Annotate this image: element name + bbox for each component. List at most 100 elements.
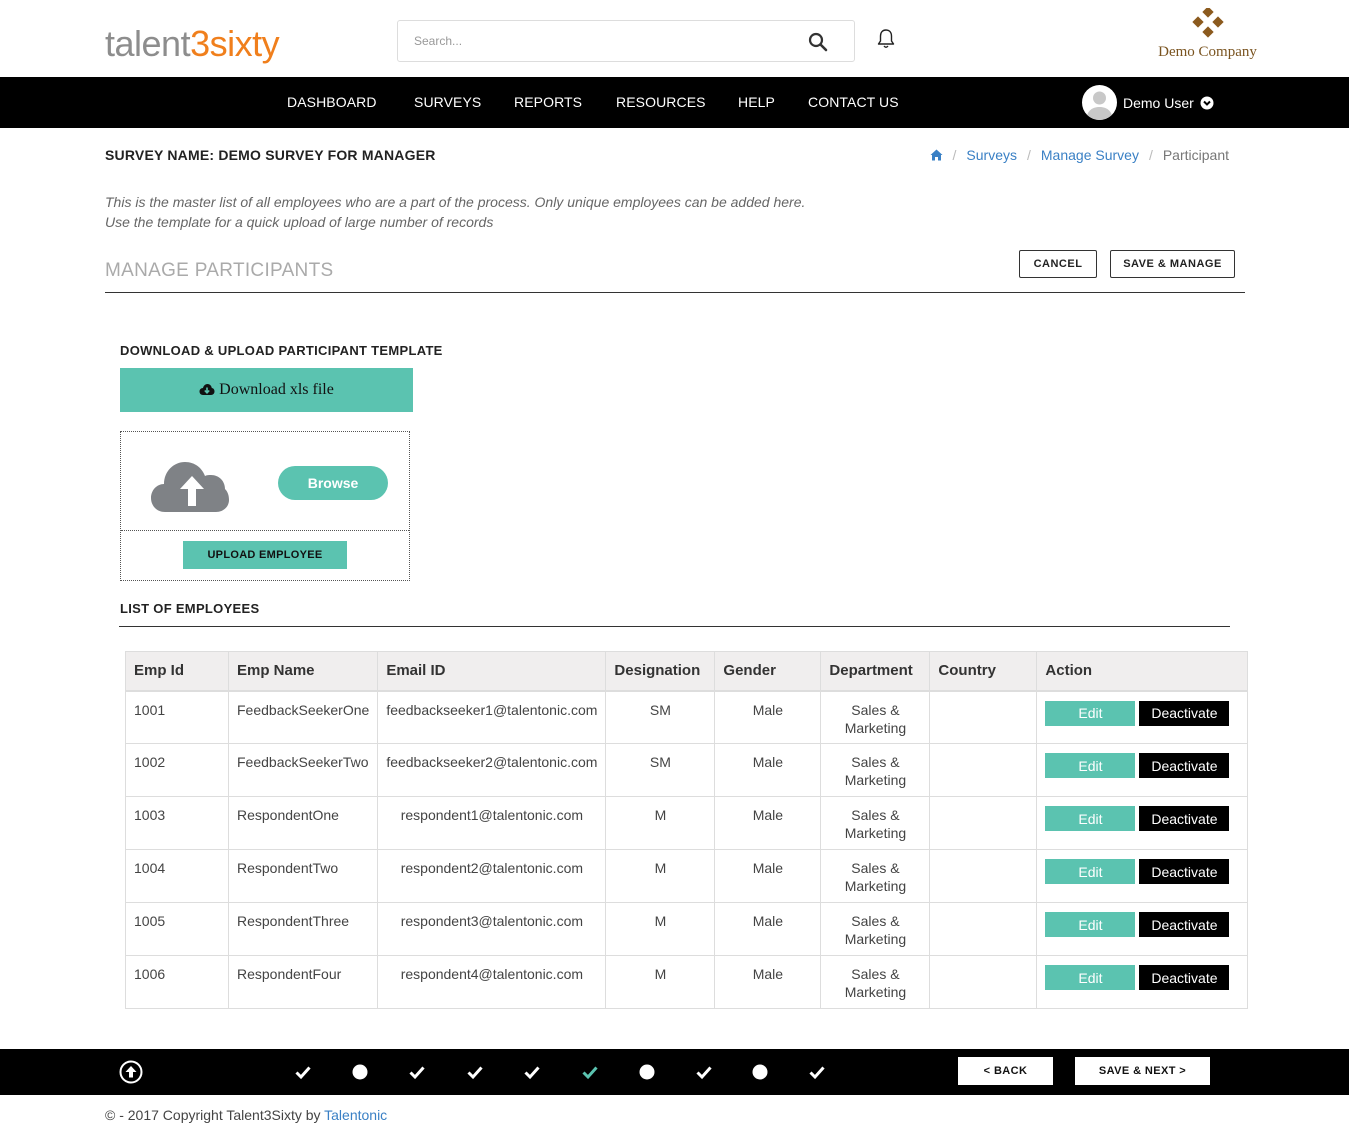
cell-email: respondent4@talentonic.com <box>377 955 607 1009</box>
step-dot-icon[interactable] <box>638 1063 656 1081</box>
user-avatar-icon <box>1086 91 1113 120</box>
breadcrumb-separator: / <box>1027 147 1031 163</box>
cell-emp-name: RespondentOne <box>227 796 379 850</box>
app-logo[interactable]: talent3sixty <box>105 22 280 66</box>
table-row: 1006 RespondentFour respondent4@talenton… <box>125 955 1249 1009</box>
nav-contact-us[interactable]: CONTACT US <box>808 94 899 110</box>
cell-designation: M <box>605 902 716 956</box>
scroll-top-icon[interactable] <box>119 1060 143 1084</box>
home-icon[interactable] <box>930 149 943 161</box>
cell-country <box>929 849 1038 903</box>
column-header-email[interactable]: Email ID <box>377 651 607 692</box>
table-row: 1005 RespondentThree respondent3@talento… <box>125 902 1249 956</box>
cell-emp-id: 1003 <box>125 796 229 850</box>
cell-emp-name: RespondentFour <box>227 955 379 1009</box>
deactivate-button[interactable]: Deactivate <box>1139 912 1230 937</box>
search-icon[interactable] <box>808 32 828 52</box>
department-line: Sales & <box>851 913 900 929</box>
nav-reports[interactable]: REPORTS <box>514 94 582 110</box>
column-header-emp-name[interactable]: Emp Name <box>227 651 379 692</box>
download-xls-button[interactable]: Download xls file <box>120 368 413 412</box>
cloud-upload-icon <box>151 462 229 512</box>
cell-action: Edit Deactivate <box>1036 796 1249 850</box>
cell-emp-id: 1006 <box>125 955 229 1009</box>
user-menu[interactable]: Demo User <box>1082 85 1214 120</box>
column-header-emp-id[interactable]: Emp Id <box>125 651 229 692</box>
deactivate-button[interactable]: Deactivate <box>1139 700 1230 726</box>
cell-emp-id: 1004 <box>125 849 229 903</box>
cell-action: Edit Deactivate <box>1036 902 1249 956</box>
save-manage-button[interactable]: SAVE & MANAGE <box>1110 250 1235 278</box>
cell-gender: Male <box>714 690 822 744</box>
cell-emp-id: 1001 <box>125 690 229 744</box>
step-check-icon[interactable] <box>408 1063 426 1081</box>
save-next-button[interactable]: SAVE & NEXT > <box>1075 1057 1210 1085</box>
talentonic-link[interactable]: Talentonic <box>324 1107 387 1123</box>
deactivate-button[interactable]: Deactivate <box>1139 965 1230 990</box>
cancel-button[interactable]: CANCEL <box>1019 250 1097 278</box>
cell-gender: Male <box>714 955 822 1009</box>
cell-gender: Male <box>714 902 822 956</box>
wizard-footer-bar: < BACK SAVE & NEXT > <box>0 1049 1349 1095</box>
step-check-icon[interactable] <box>466 1063 484 1081</box>
cell-department: Sales & Marketing <box>820 902 931 956</box>
department-line: Marketing <box>844 931 907 947</box>
breadcrumb-surveys[interactable]: Surveys <box>966 147 1017 163</box>
column-header-department[interactable]: Department <box>820 651 931 692</box>
breadcrumb-separator: / <box>952 147 957 163</box>
cell-designation: M <box>605 849 716 903</box>
upload-employee-button[interactable]: UPLOAD EMPLOYEE <box>183 541 347 569</box>
column-header-country[interactable]: Country <box>929 651 1038 692</box>
column-header-designation[interactable]: Designation <box>605 651 716 692</box>
employee-list-title: LIST OF EMPLOYEES <box>120 601 260 616</box>
step-check-icon[interactable] <box>523 1063 541 1081</box>
edit-button[interactable]: Edit <box>1045 859 1136 884</box>
nav-dashboard[interactable]: DASHBOARD <box>287 94 377 110</box>
breadcrumb-current: Participant <box>1162 147 1229 163</box>
department-line: Sales & <box>851 860 900 876</box>
cell-department: Sales & Marketing <box>820 955 931 1009</box>
step-check-active-icon[interactable] <box>581 1063 599 1081</box>
dropzone-divider <box>121 530 409 531</box>
deactivate-button[interactable]: Deactivate <box>1139 753 1230 778</box>
edit-button[interactable]: Edit <box>1045 700 1136 726</box>
back-button[interactable]: < BACK <box>958 1057 1053 1085</box>
cell-emp-name: RespondentThree <box>227 902 379 956</box>
step-check-icon[interactable] <box>808 1063 826 1081</box>
step-check-icon[interactable] <box>695 1063 713 1081</box>
cell-department: Sales & Marketing <box>820 849 931 903</box>
cell-action: Edit Deactivate <box>1036 849 1249 903</box>
cell-gender: Male <box>714 849 822 903</box>
nav-help[interactable]: HELP <box>738 94 775 110</box>
edit-button[interactable]: Edit <box>1045 912 1136 937</box>
breadcrumb-manage-survey[interactable]: Manage Survey <box>1041 147 1139 163</box>
search-box <box>397 20 855 62</box>
cell-country <box>929 690 1038 744</box>
browse-button[interactable]: Browse <box>278 466 388 500</box>
survey-name-title: SURVEY NAME: DEMO SURVEY FOR MANAGER <box>105 147 436 163</box>
copyright: © - 2017 Copyright Talent3Sixty by Talen… <box>105 1107 387 1123</box>
step-check-icon[interactable] <box>294 1063 312 1081</box>
deactivate-button[interactable]: Deactivate <box>1139 859 1230 884</box>
edit-button[interactable]: Edit <box>1045 965 1136 990</box>
cell-department: Sales & Marketing <box>820 796 931 850</box>
nav-surveys[interactable]: SURVEYS <box>414 94 481 110</box>
cell-action: Edit Deactivate <box>1036 690 1249 744</box>
search-input[interactable] <box>398 21 798 61</box>
cell-designation: SM <box>605 690 716 744</box>
upload-dropzone[interactable]: Browse UPLOAD EMPLOYEE <box>120 431 410 581</box>
deactivate-button[interactable]: Deactivate <box>1139 806 1230 831</box>
notification-bell-icon[interactable] <box>876 28 896 50</box>
step-dot-icon[interactable] <box>751 1063 769 1081</box>
cell-gender: Male <box>714 743 822 797</box>
nav-resources[interactable]: RESOURCES <box>616 94 706 110</box>
department-line: Marketing <box>844 984 907 1000</box>
edit-button[interactable]: Edit <box>1045 753 1136 778</box>
step-dot-icon[interactable] <box>351 1063 369 1081</box>
divider <box>105 292 1245 293</box>
column-header-gender[interactable]: Gender <box>714 651 822 692</box>
company-name: Demo Company <box>1158 44 1257 60</box>
edit-button[interactable]: Edit <box>1045 806 1136 831</box>
company-logo: Demo Company <box>1150 8 1265 61</box>
table-row: 1003 RespondentOne respondent1@talentoni… <box>125 796 1249 850</box>
